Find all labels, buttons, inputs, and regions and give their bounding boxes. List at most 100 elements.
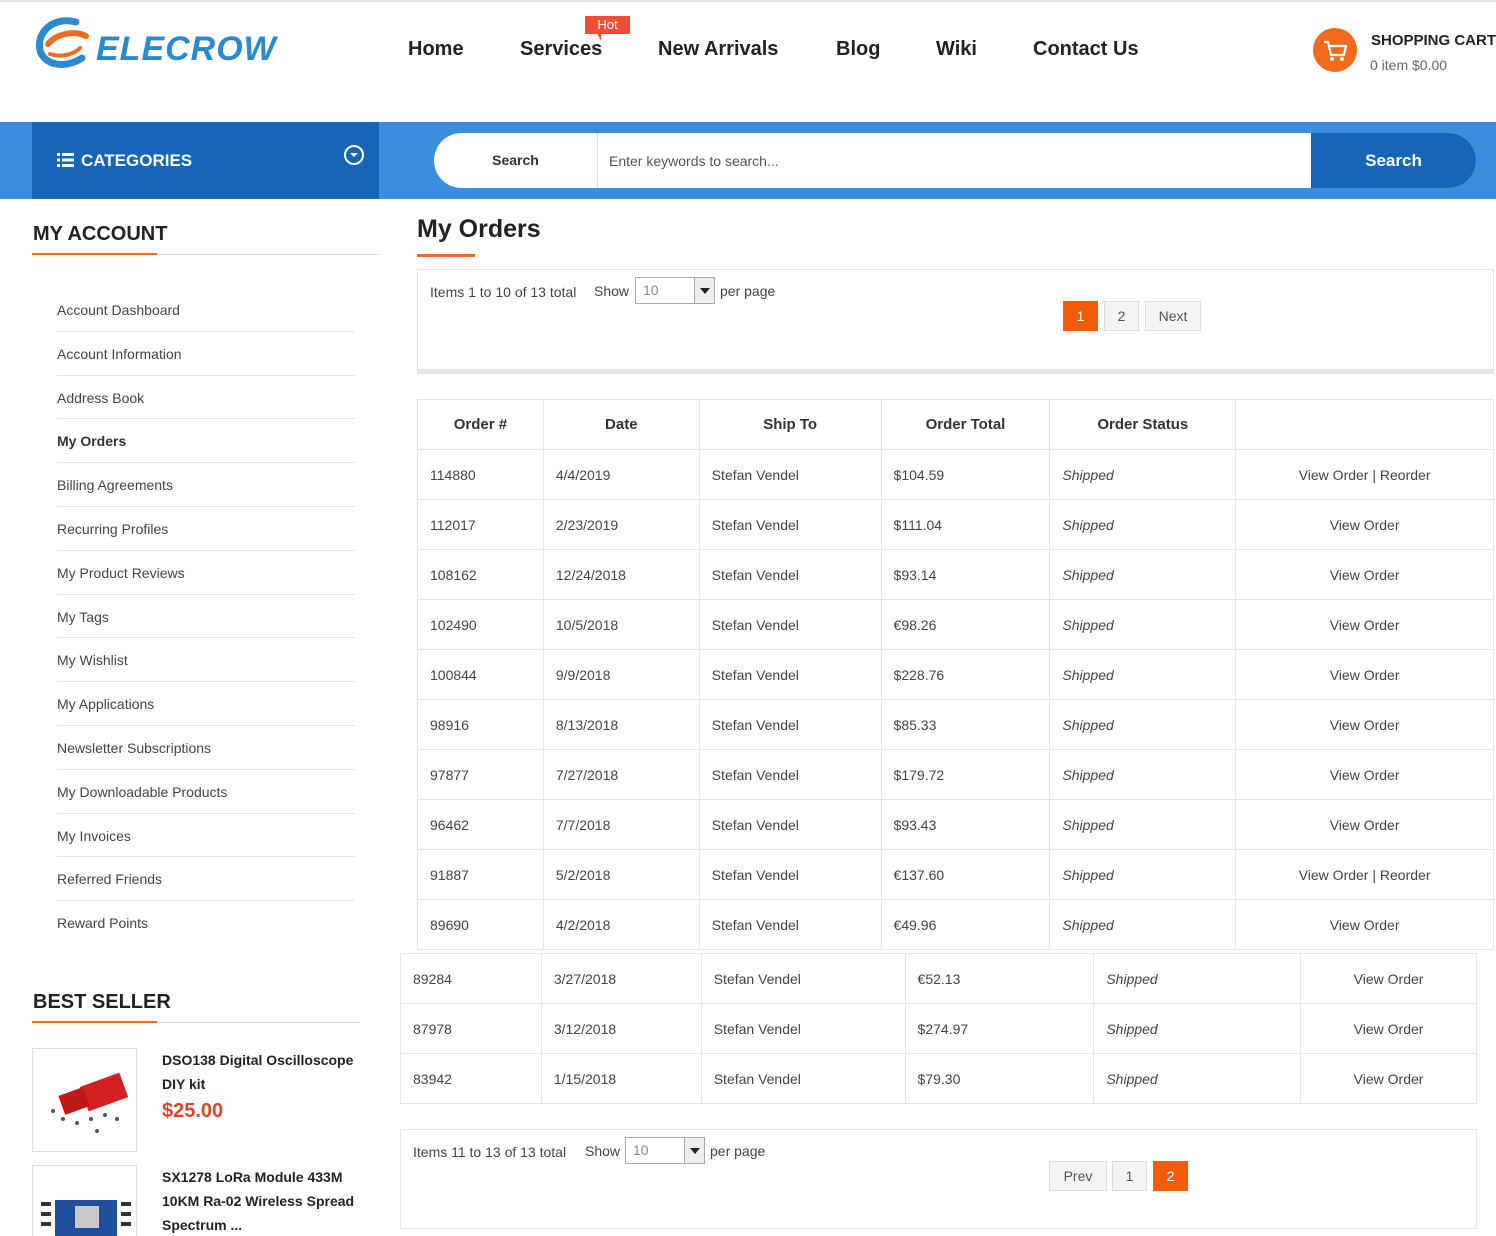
sidebar-item-account-dashboard[interactable]: Account Dashboard xyxy=(57,288,355,332)
elecrow-logo[interactable]: ELECROW xyxy=(34,14,276,74)
sidebar-item-reward-points[interactable]: Reward Points xyxy=(57,901,355,945)
table-row: 91887 5/2/2018 Stefan Vendel €137.60 Shipped… xyxy=(417,849,1494,900)
col-date[interactable]: Date xyxy=(542,399,700,450)
order-status-cell: Shipped xyxy=(1049,799,1237,850)
sidebar-item-account-information[interactable]: Account Information xyxy=(57,332,355,376)
reorder-link[interactable]: Reorder xyxy=(1380,867,1431,883)
nav-blog[interactable]: Blog xyxy=(836,38,880,61)
sidebar-item-my-tags[interactable]: My Tags xyxy=(57,595,355,639)
view-order-link[interactable]: View Order xyxy=(1330,767,1400,783)
view-order-link[interactable]: View Order xyxy=(1299,867,1369,883)
view-order-link[interactable]: View Order xyxy=(1299,467,1369,483)
sidebar-item-downloadable-products[interactable]: My Downloadable Products xyxy=(57,770,355,814)
order-number-cell: 114880 xyxy=(417,449,544,500)
search-scope-select[interactable]: Search xyxy=(434,133,598,188)
col-order-number[interactable]: Order # xyxy=(417,399,544,450)
shopping-cart-icon[interactable] xyxy=(1313,28,1357,72)
sidebar-item-my-applications[interactable]: My Applications xyxy=(57,682,355,726)
table-row: 108162 12/24/2018 Stefan Vendel $93.14 Shipp… xyxy=(417,549,1494,600)
items-count: Items 11 to 13 of 13 total xyxy=(413,1144,567,1160)
per-page-select[interactable]: 10 xyxy=(625,1137,705,1164)
show-label: Show xyxy=(594,283,630,299)
sidebar-item-recurring-profiles[interactable]: Recurring Profiles xyxy=(57,507,355,551)
nav-wiki[interactable]: Wiki xyxy=(936,38,977,61)
order-total-cell: €98.26 xyxy=(880,599,1051,650)
order-status-cell: Shipped xyxy=(1049,849,1237,900)
nav-services[interactable]: Services xyxy=(520,38,602,61)
sidebar-item-address-book[interactable]: Address Book xyxy=(57,376,355,420)
order-total-cell: $274.97 xyxy=(904,1003,1095,1054)
order-status-cell: Shipped xyxy=(1049,899,1237,950)
next-page-button[interactable]: Next xyxy=(1145,301,1201,331)
search-button[interactable]: Search xyxy=(1311,133,1476,188)
reorder-link[interactable]: Reorder xyxy=(1380,467,1431,483)
page-2-button[interactable]: 2 xyxy=(1104,301,1139,331)
view-order-link[interactable]: View Order xyxy=(1354,971,1424,987)
view-order-link[interactable]: View Order xyxy=(1354,1071,1424,1087)
top-border xyxy=(0,0,1496,2)
product-name[interactable]: SX1278 LoRa Module 433M 10KM Ra-02 Wirel… xyxy=(162,1165,362,1236)
order-date-cell: 4/4/2019 xyxy=(542,449,700,500)
order-number-cell: 96462 xyxy=(417,799,544,850)
cart-title[interactable]: SHOPPING CART xyxy=(1371,32,1496,49)
ship-to-cell: Stefan Vendel xyxy=(698,499,882,550)
order-number-cell: 108162 xyxy=(417,549,544,600)
order-number-cell: 91887 xyxy=(417,849,544,900)
table-row: 87978 3/12/2018 Stefan Vendel $274.97 Shippe… xyxy=(400,1003,1477,1054)
categories-menu[interactable]: CATEGORIES xyxy=(32,122,379,199)
nav-new-arrivals[interactable]: New Arrivals xyxy=(658,38,778,61)
order-status-cell: Shipped xyxy=(1049,699,1237,750)
nav-home[interactable]: Home xyxy=(408,38,464,61)
order-total-cell: $111.04 xyxy=(880,499,1051,550)
table-row: 83942 1/15/2018 Stefan Vendel $79.30 Shipped… xyxy=(400,1053,1477,1104)
table-row: 89284 3/27/2018 Stefan Vendel €52.13 Shipped… xyxy=(400,953,1477,1004)
sidebar-item-my-invoices[interactable]: My Invoices xyxy=(57,814,355,858)
product-name[interactable]: DSO138 Digital Oscilloscope DIY kit xyxy=(162,1048,362,1096)
view-order-link[interactable]: View Order xyxy=(1330,667,1400,683)
order-number-cell: 97877 xyxy=(417,749,544,800)
page-1-button[interactable]: 1 xyxy=(1112,1161,1147,1191)
nav-contact-us[interactable]: Contact Us xyxy=(1033,38,1139,61)
order-actions-cell: View Order xyxy=(1235,799,1494,850)
sidebar-item-product-reviews[interactable]: My Product Reviews xyxy=(57,551,355,595)
view-order-link[interactable]: View Order xyxy=(1330,517,1400,533)
dropdown-arrow-icon xyxy=(694,278,714,303)
order-total-cell: $79.30 xyxy=(904,1053,1095,1104)
prev-page-button[interactable]: Prev xyxy=(1049,1161,1107,1191)
sidebar-item-newsletter[interactable]: Newsletter Subscriptions xyxy=(57,726,355,770)
order-status-cell: Shipped xyxy=(1049,599,1237,650)
page-2-button[interactable]: 2 xyxy=(1153,1161,1188,1191)
ship-to-cell: Stefan Vendel xyxy=(698,649,882,700)
ship-to-cell: Stefan Vendel xyxy=(698,699,882,750)
view-order-link[interactable]: View Order xyxy=(1330,817,1400,833)
table-row: 102490 10/5/2018 Stefan Vendel €98.26 Shippe… xyxy=(417,599,1494,650)
chevron-down-icon xyxy=(344,145,364,165)
page-1-button[interactable]: 1 xyxy=(1063,301,1098,331)
view-order-link[interactable]: View Order xyxy=(1330,617,1400,633)
view-order-link[interactable]: View Order xyxy=(1330,717,1400,733)
sidebar-item-referred-friends[interactable]: Referred Friends xyxy=(57,857,355,902)
product-image[interactable] xyxy=(32,1165,137,1236)
order-actions-cell: View Order xyxy=(1235,549,1494,600)
product-image[interactable] xyxy=(32,1048,137,1152)
col-order-status[interactable]: Order Status xyxy=(1049,399,1237,450)
per-page-select[interactable]: 10 xyxy=(635,277,715,304)
sidebar-item-my-orders[interactable]: My Orders xyxy=(57,419,355,464)
sidebar-item-my-wishlist[interactable]: My Wishlist xyxy=(57,638,355,683)
order-date-cell: 5/2/2018 xyxy=(542,849,700,900)
view-order-link[interactable]: View Order xyxy=(1330,567,1400,583)
order-number-cell: 87978 xyxy=(400,1003,542,1054)
sidebar-item-billing-agreements[interactable]: Billing Agreements xyxy=(57,463,355,507)
order-total-cell: €52.13 xyxy=(904,953,1095,1004)
cart-summary[interactable]: 0 item $0.00 xyxy=(1370,57,1447,73)
list-icon xyxy=(57,153,74,167)
search-input[interactable] xyxy=(609,133,1309,188)
col-order-total[interactable]: Order Total xyxy=(880,399,1051,450)
view-order-link[interactable]: View Order xyxy=(1330,917,1400,933)
heading-divider xyxy=(32,253,379,255)
table-row: 112017 2/23/2019 Stefan Vendel $111.04 Shipp… xyxy=(417,499,1494,550)
col-ship-to[interactable]: Ship To xyxy=(698,399,882,450)
view-order-link[interactable]: View Order xyxy=(1354,1021,1424,1037)
ship-to-cell: Stefan Vendel xyxy=(700,1053,906,1104)
order-total-cell: $93.14 xyxy=(880,549,1051,600)
